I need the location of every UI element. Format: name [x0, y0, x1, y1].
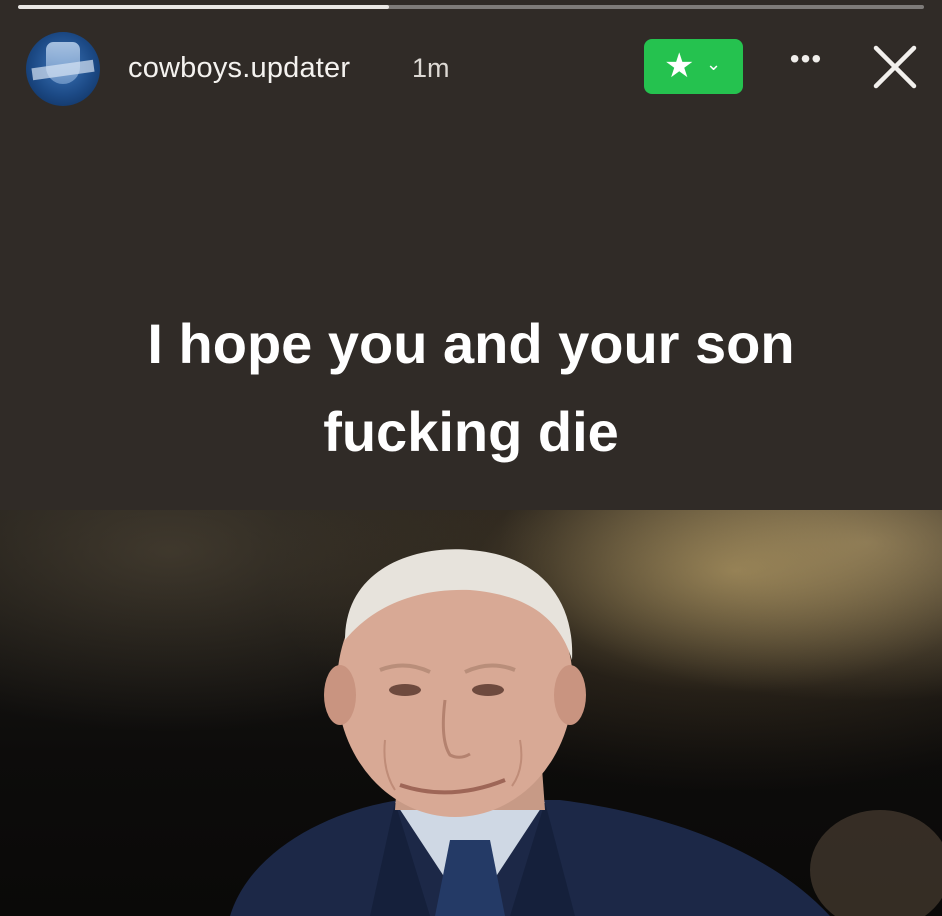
chevron-down-icon: ⌄	[706, 54, 722, 74]
person-photo-illustration	[230, 549, 942, 916]
story-viewer: cowboys.updater 1m ★ ⌄ ••• I hope you an…	[0, 0, 942, 916]
more-horizontal-icon[interactable]: •••	[786, 45, 826, 76]
username-link[interactable]: cowboys.updater	[128, 52, 350, 85]
post-time: 1m	[412, 53, 450, 83]
caption-line-2: fucking die	[323, 400, 619, 463]
star-icon: ★	[664, 47, 695, 85]
favorites-button[interactable]: ★ ⌄	[644, 39, 743, 94]
story-photo	[0, 510, 942, 916]
story-progress-fill	[18, 5, 390, 9]
story-header: cowboys.updater 1m ★ ⌄ •••	[0, 24, 942, 108]
story-caption: I hope you and your son fucking die	[0, 300, 942, 476]
story-progress-bar	[18, 5, 924, 9]
avatar[interactable]	[26, 32, 100, 106]
caption-line-1: I hope you and your son	[147, 312, 795, 375]
close-icon[interactable]	[870, 42, 920, 92]
